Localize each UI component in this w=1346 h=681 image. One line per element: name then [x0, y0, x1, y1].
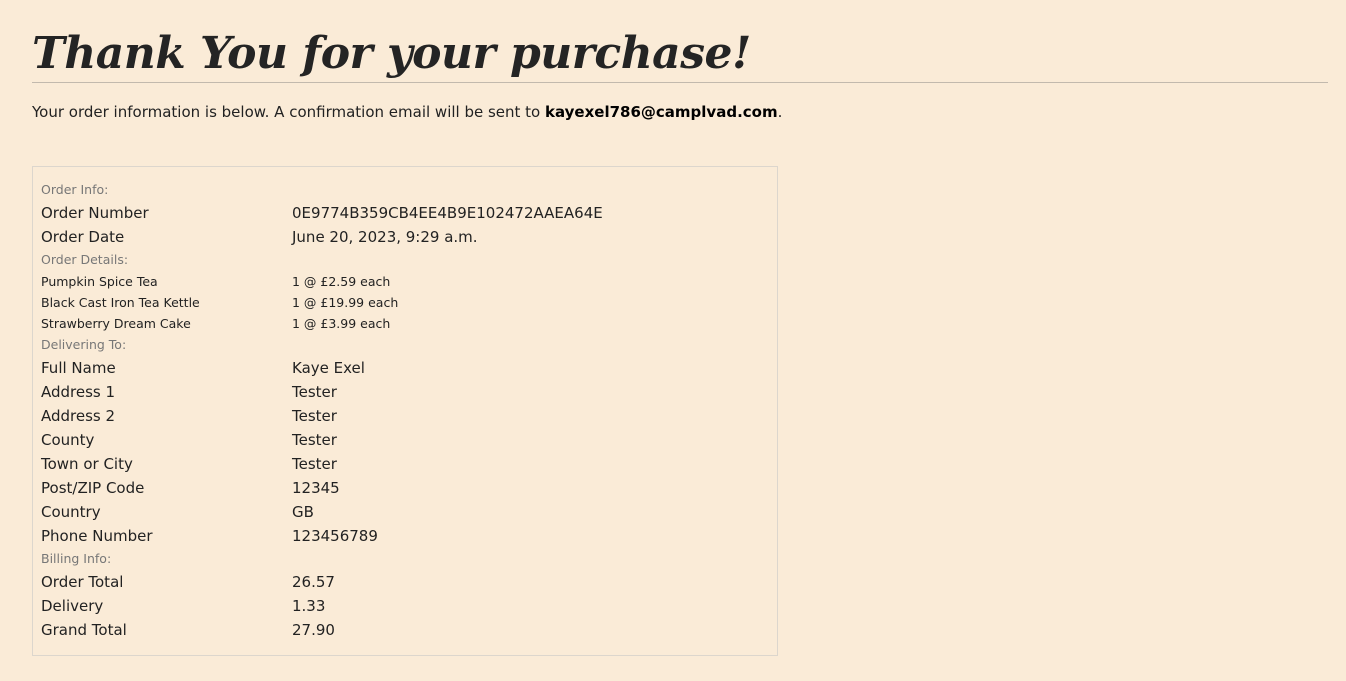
- order-details-label: Order Details:: [41, 252, 129, 267]
- item-name: Strawberry Dream Cake: [41, 316, 191, 331]
- row-key: Order Number: [41, 204, 149, 222]
- row-key: Post/ZIP Code: [41, 479, 145, 497]
- order-item-row: Black Cast Iron Tea Kettle 1 @ £19.99 ea…: [41, 292, 769, 313]
- order-summary-box: Order Info: Order Number 0E9774B359CB4EE…: [32, 166, 778, 656]
- confirmation-message: Your order information is below. A confi…: [32, 103, 1328, 121]
- row-key: Order Date: [41, 228, 125, 246]
- country-row: Country GB: [41, 500, 769, 524]
- item-qty-price: 1 @ £2.59 each: [292, 274, 391, 289]
- order-date-value: June 20, 2023, 9:29 a.m.: [292, 228, 478, 246]
- order-date-row: Order Date June 20, 2023, 9:29 a.m.: [41, 225, 769, 249]
- order-item-row: Strawberry Dream Cake 1 @ £3.99 each: [41, 313, 769, 334]
- row-value: 123456789: [292, 527, 378, 545]
- page-title: Thank You for your purchase!: [32, 28, 751, 79]
- confirmation-end: .: [777, 103, 783, 121]
- billing-info-label: Billing Info:: [41, 551, 112, 566]
- grand-total-row: Grand Total 27.90: [41, 618, 769, 642]
- confirmation-email: kayexel786@camplvad.com: [545, 103, 778, 121]
- row-value: Kaye Exel: [292, 359, 365, 377]
- order-number-row: Order Number 0E9774B359CB4EE4B9E102472AA…: [41, 201, 769, 225]
- row-key: Address 1: [41, 383, 116, 401]
- confirmation-text: Your order information is below. A confi…: [32, 103, 546, 121]
- item-qty-price: 1 @ £3.99 each: [292, 316, 391, 331]
- title-divider: [32, 82, 1328, 83]
- row-value: Tester: [292, 383, 337, 401]
- row-key: Full Name: [41, 359, 116, 377]
- order-info-label: Order Info:: [41, 182, 109, 197]
- row-value: Tester: [292, 407, 337, 425]
- full-name-row: Full Name Kaye Exel: [41, 356, 769, 380]
- order-total-row: Order Total 26.57: [41, 570, 769, 594]
- row-value: Tester: [292, 431, 337, 449]
- item-name: Pumpkin Spice Tea: [41, 274, 158, 289]
- address-1-row: Address 1 Tester: [41, 380, 769, 404]
- order-number-value: 0E9774B359CB4EE4B9E102472AAEA64E: [292, 204, 603, 222]
- grand-total-value: 27.90: [292, 621, 335, 639]
- row-value: GB: [292, 503, 314, 521]
- county-row: County Tester: [41, 428, 769, 452]
- row-key: Town or City: [41, 455, 133, 473]
- delivery-row: Delivery 1.33: [41, 594, 769, 618]
- order-item-row: Pumpkin Spice Tea 1 @ £2.59 each: [41, 271, 769, 292]
- row-value: Tester: [292, 455, 337, 473]
- postcode-row: Post/ZIP Code 12345: [41, 476, 769, 500]
- delivery-value: 1.33: [292, 597, 326, 615]
- row-key: Grand Total: [41, 621, 127, 639]
- phone-number-row: Phone Number 123456789: [41, 524, 769, 548]
- row-key: Delivery: [41, 597, 104, 615]
- row-key: County: [41, 431, 95, 449]
- row-key: Country: [41, 503, 101, 521]
- item-qty-price: 1 @ £19.99 each: [292, 295, 399, 310]
- town-city-row: Town or City Tester: [41, 452, 769, 476]
- row-key: Phone Number: [41, 527, 153, 545]
- row-key: Order Total: [41, 573, 124, 591]
- checkout-success-page: Thank You for your purchase! Your order …: [0, 0, 1346, 681]
- address-2-row: Address 2 Tester: [41, 404, 769, 428]
- order-total-value: 26.57: [292, 573, 335, 591]
- row-value: 12345: [292, 479, 340, 497]
- item-name: Black Cast Iron Tea Kettle: [41, 295, 200, 310]
- row-key: Address 2: [41, 407, 116, 425]
- delivering-to-label: Delivering To:: [41, 337, 127, 352]
